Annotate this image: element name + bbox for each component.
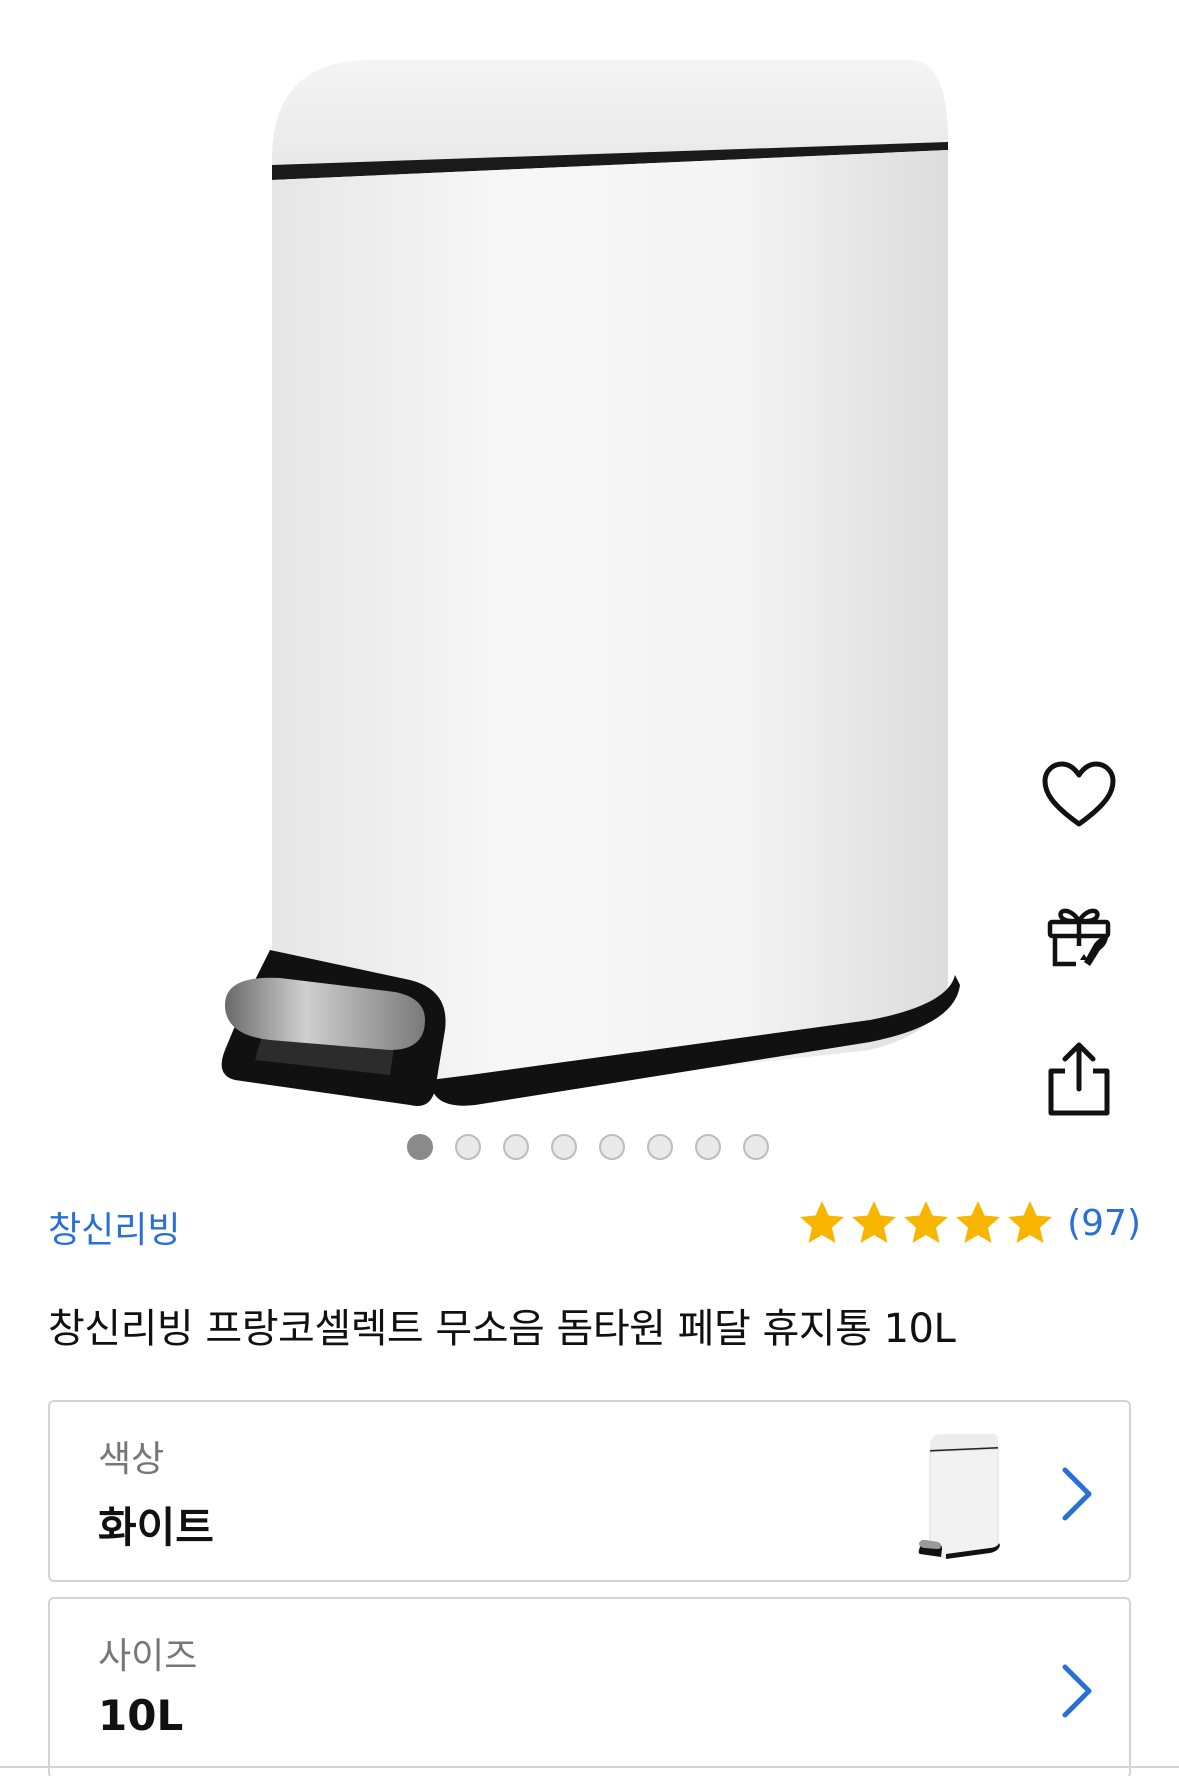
share-button[interactable] (1039, 1039, 1119, 1119)
star-icon (852, 1201, 897, 1243)
carousel-dot[interactable] (743, 1134, 769, 1160)
option-color-selector[interactable]: 색상 화이트 (48, 1400, 1131, 1582)
gift-button[interactable] (1039, 897, 1119, 977)
product-title: 창신리빙 프랑코셀렉트 무소음 돔타원 페달 휴지통 10L (48, 1306, 956, 1352)
carousel-dot[interactable] (407, 1134, 433, 1160)
chevron-right-icon (1062, 1467, 1092, 1521)
option-size-selector[interactable]: 사이즈 10L (48, 1597, 1131, 1776)
wishlist-button[interactable] (1039, 755, 1119, 835)
star-icon (904, 1201, 949, 1243)
carousel-dot[interactable] (647, 1134, 673, 1160)
product-gallery[interactable] (0, 0, 1179, 1168)
carousel-dot[interactable] (503, 1134, 529, 1160)
option-label: 색상 (98, 1439, 165, 1480)
option-thumbnail (918, 1434, 1000, 1559)
product-image (221, 60, 960, 1106)
option-label: 사이즈 (98, 1636, 198, 1677)
carousel-indicator[interactable] (407, 1134, 769, 1160)
divider (0, 1766, 1179, 1768)
heart-icon (1042, 761, 1116, 827)
carousel-dot[interactable] (455, 1134, 481, 1160)
option-value: 10L (98, 1691, 184, 1740)
rating-stars (797, 1198, 1055, 1248)
carousel-dot[interactable] (599, 1134, 625, 1160)
star-icon (800, 1201, 845, 1243)
share-icon (1048, 1042, 1110, 1116)
carousel-dot[interactable] (695, 1134, 721, 1160)
review-count[interactable]: (97) (1067, 1203, 1141, 1244)
carousel-dot[interactable] (551, 1134, 577, 1160)
star-icon (956, 1201, 1001, 1243)
star-icon (1008, 1201, 1053, 1243)
gift-icon (1047, 908, 1111, 967)
rating-summary[interactable]: (97) (797, 1198, 1141, 1248)
option-value: 화이트 (98, 1503, 214, 1552)
chevron-right-icon (1062, 1664, 1092, 1718)
brand-link[interactable]: 창신리빙 (48, 1201, 180, 1253)
